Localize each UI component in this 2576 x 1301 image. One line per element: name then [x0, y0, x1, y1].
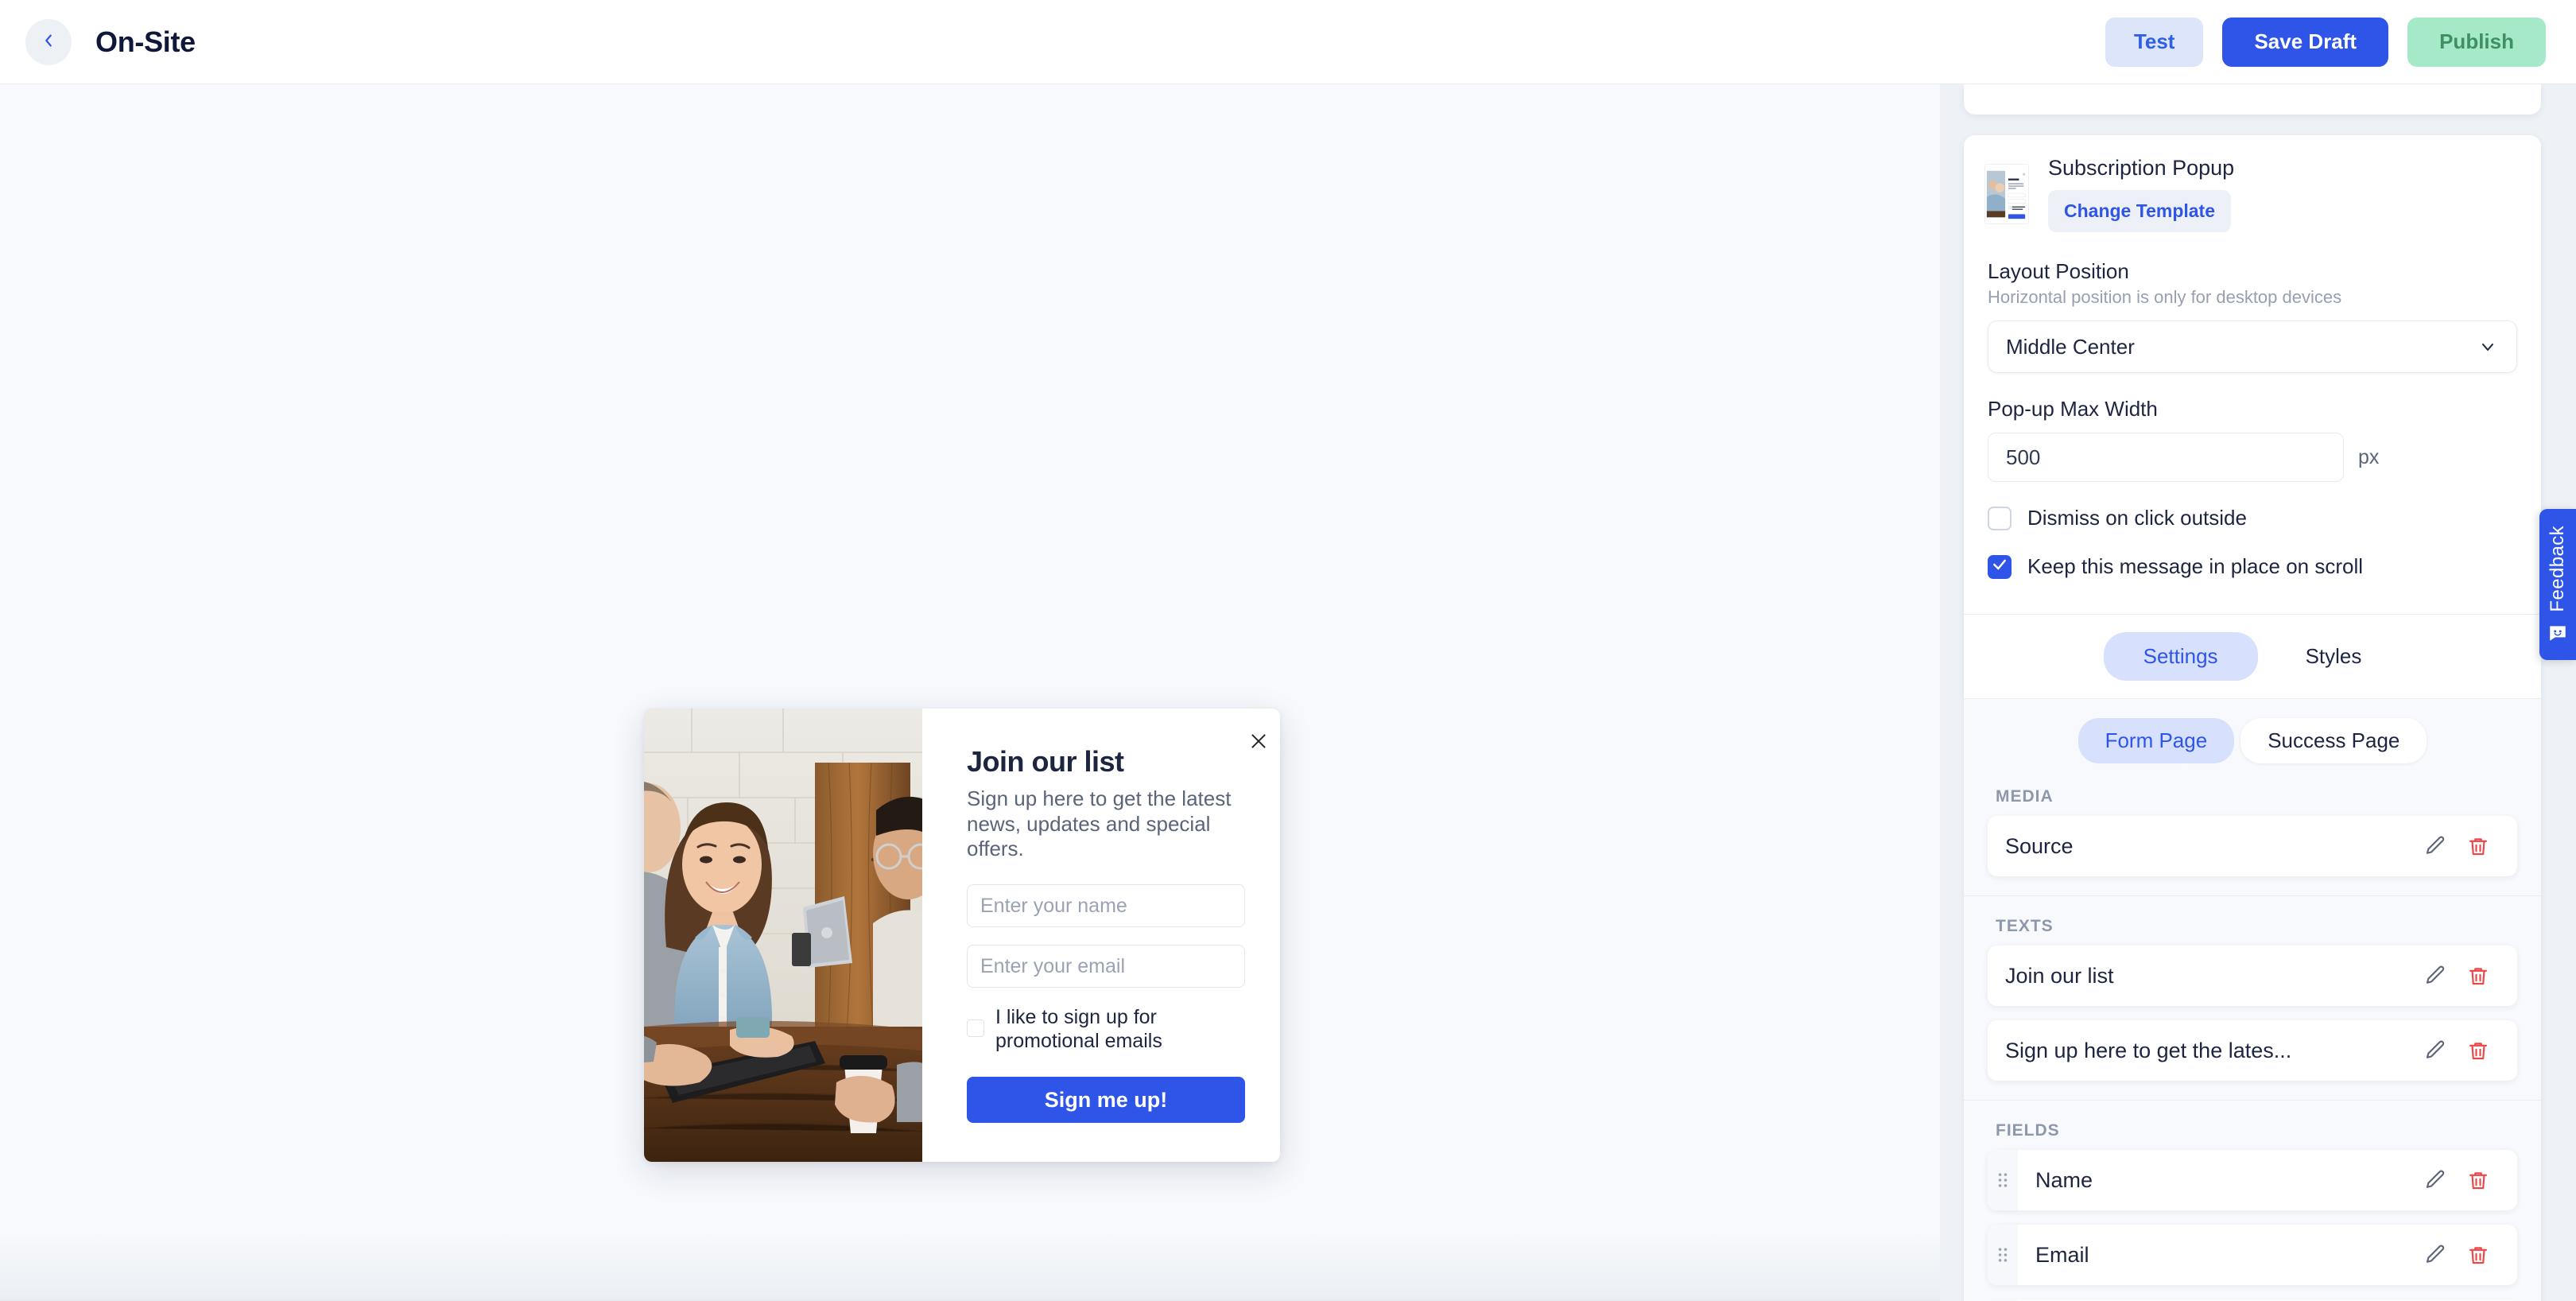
- popup-image: [644, 709, 922, 1162]
- list-item-label: Email: [2035, 1242, 2089, 1267]
- popup-subtitle: Sign up here to get the latest news, upd…: [967, 786, 1232, 861]
- list-item-label: Sign up here to get the lates...: [2005, 1038, 2292, 1062]
- tab-success-page[interactable]: Success Page: [2240, 718, 2427, 763]
- email-input[interactable]: Enter your email: [967, 945, 1245, 988]
- feedback-label: Feedback: [2547, 525, 2568, 612]
- pencil-icon[interactable]: [2414, 1039, 2457, 1062]
- settings-panel[interactable]: Subscription Popup Change Template Layou…: [1940, 84, 2576, 1301]
- group-title-fields: FIELDS: [1996, 1121, 2060, 1140]
- app-header: On-Site Test Save Draft Publish: [0, 0, 2576, 84]
- consent-row: I like to sign up for promotional emails: [967, 1005, 1253, 1053]
- trash-icon[interactable]: [2457, 964, 2500, 988]
- name-input[interactable]: Enter your name: [967, 884, 1245, 928]
- pencil-icon[interactable]: [2414, 1243, 2457, 1267]
- max-width-input[interactable]: 500: [1988, 433, 2344, 482]
- group-separator: [1964, 1100, 2541, 1101]
- consent-checkbox[interactable]: [967, 1019, 984, 1038]
- template-name: Subscription Popup: [2048, 156, 2235, 180]
- popup-preview: Join our list Sign up here to get the la…: [644, 709, 1280, 1162]
- group-media: MEDIA Source: [1964, 787, 2541, 876]
- list-item[interactable]: Join our list: [1988, 946, 2517, 1006]
- list-item[interactable]: Sign up here to get the lates...: [1988, 1020, 2517, 1081]
- max-width-label: Pop-up Max Width: [1988, 397, 2158, 421]
- template-thumbnail: [1984, 164, 2029, 224]
- group-separator: [1964, 895, 2541, 896]
- list-item-label: Source: [2005, 833, 2074, 858]
- pencil-icon[interactable]: [2414, 1168, 2457, 1192]
- list-item[interactable]: Name: [1988, 1150, 2517, 1210]
- group-title-media: MEDIA: [1996, 787, 2054, 806]
- group-title-texts: TEXTS: [1996, 917, 2054, 935]
- page-title: On-Site: [95, 25, 196, 58]
- drag-handle-icon[interactable]: [1988, 1225, 2018, 1285]
- consent-label: I like to sign up for promotional emails: [995, 1006, 1162, 1053]
- popup-title: Join our list: [967, 745, 1124, 778]
- group-texts: TEXTS Join our list Sign up here to get …: [1964, 917, 2541, 1081]
- check-icon: [1992, 557, 2008, 577]
- close-icon[interactable]: [1243, 726, 1274, 756]
- dismiss-on-click-outside-checkbox[interactable]: [1988, 506, 2012, 530]
- tab-form-page[interactable]: Form Page: [2077, 718, 2235, 763]
- smiley-chat-icon: [2547, 623, 2568, 643]
- pencil-icon[interactable]: [2414, 834, 2457, 858]
- pencil-icon[interactable]: [2414, 964, 2457, 988]
- header-actions: Test Save Draft Publish: [2105, 17, 2546, 67]
- layout-position-hint: Horizontal position is only for desktop …: [1988, 287, 2342, 307]
- back-button[interactable]: [25, 18, 72, 65]
- change-template-button[interactable]: Change Template: [2048, 190, 2231, 232]
- dismiss-on-click-outside-label: Dismiss on click outside: [2027, 506, 2247, 530]
- keep-in-place-label: Keep this message in place on scroll: [2027, 554, 2364, 578]
- page-tabs: Form Page Success Page: [1964, 699, 2541, 787]
- list-item-label: Name: [2035, 1167, 2093, 1192]
- test-button[interactable]: Test: [2105, 17, 2204, 67]
- template-row: Subscription Popup Change Template: [1964, 156, 2541, 232]
- list-item-label: Join our list: [2005, 963, 2114, 988]
- list-item[interactable]: Email: [1988, 1225, 2517, 1285]
- trash-icon[interactable]: [2457, 1039, 2500, 1062]
- canvas-bottom-shadow: [0, 1234, 1940, 1301]
- dismiss-on-click-outside-row[interactable]: Dismiss on click outside: [1988, 506, 2517, 530]
- max-width-row: 500 px: [1988, 433, 2517, 482]
- trash-icon[interactable]: [2457, 1243, 2500, 1267]
- tab-styles[interactable]: Styles: [2266, 632, 2402, 681]
- settings-styles-tabs: Settings Styles: [1964, 615, 2541, 698]
- settings-panel-scroll: Subscription Popup Change Template Layou…: [1940, 84, 2565, 1301]
- previous-card-partial: [1964, 84, 2541, 115]
- options-section: Dismiss on click outside Keep this messa…: [1964, 506, 2541, 579]
- layout-position-select[interactable]: Middle Center: [1988, 320, 2517, 373]
- layout-position-label: Layout Position: [1988, 259, 2129, 283]
- form-success-subpanel: Form Page Success Page MEDIA Source TEXT…: [1964, 698, 2541, 1301]
- layout-position-section: Layout Position Horizontal position is o…: [1964, 259, 2541, 373]
- preview-canvas[interactable]: Join our list Sign up here to get the la…: [0, 84, 1940, 1301]
- chevron-left-icon: [40, 32, 57, 52]
- group-fields: FIELDS Name Email: [1964, 1121, 2541, 1301]
- popup-settings-card: Subscription Popup Change Template Layou…: [1964, 135, 2541, 1301]
- keep-in-place-checkbox[interactable]: [1988, 554, 2012, 579]
- layout-position-value: Middle Center: [2006, 334, 2135, 359]
- template-info: Subscription Popup Change Template: [2048, 156, 2234, 232]
- trash-icon[interactable]: [2457, 834, 2500, 858]
- feedback-tab[interactable]: Feedback: [2539, 509, 2576, 660]
- max-width-unit: px: [2358, 445, 2380, 468]
- save-draft-button[interactable]: Save Draft: [2222, 17, 2389, 67]
- chevron-down-icon: [2478, 337, 2497, 356]
- list-item[interactable]: Source: [1988, 816, 2517, 876]
- tab-settings[interactable]: Settings: [2103, 632, 2258, 681]
- popup-content: Join our list Sign up here to get the la…: [922, 709, 1280, 1162]
- max-width-section: Pop-up Max Width 500 px: [1964, 397, 2541, 482]
- drag-handle-icon[interactable]: [1988, 1150, 2018, 1210]
- trash-icon[interactable]: [2457, 1168, 2500, 1192]
- keep-in-place-row[interactable]: Keep this message in place on scroll: [1988, 554, 2517, 579]
- publish-button[interactable]: Publish: [2407, 17, 2546, 67]
- sign-me-up-button[interactable]: Sign me up!: [967, 1077, 1245, 1124]
